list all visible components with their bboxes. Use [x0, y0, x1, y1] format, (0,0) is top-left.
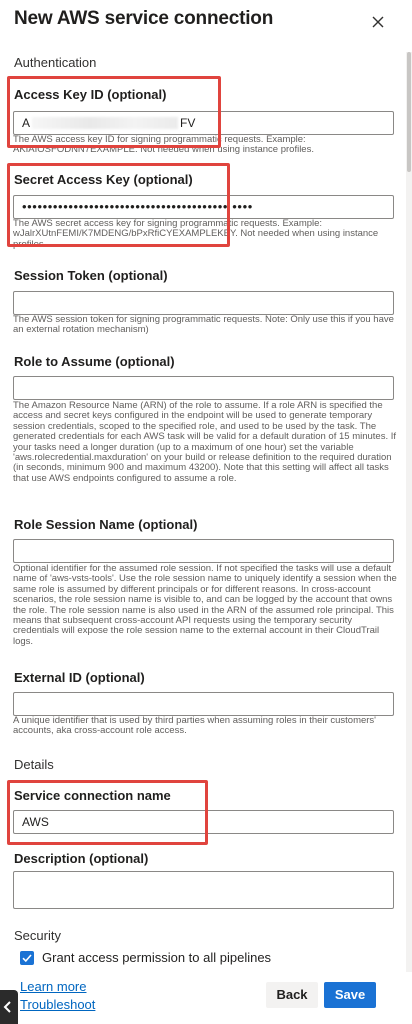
- external-id-help: A unique identifier that is used by thir…: [13, 715, 376, 737]
- secret-access-key-label: Secret Access Key (optional): [14, 172, 193, 187]
- role-to-assume-label: Role to Assume (optional): [14, 354, 175, 369]
- role-to-assume-input[interactable]: [13, 376, 394, 400]
- external-id-input[interactable]: [13, 692, 394, 716]
- secret-access-key-input[interactable]: ••••••••••••••••••••••••••••••••••••••••…: [13, 195, 394, 219]
- redacted-region: [32, 117, 179, 129]
- checkmark-icon: [22, 954, 32, 963]
- dialog-title: New AWS service connection: [14, 8, 274, 29]
- chevron-left-icon: [3, 1001, 11, 1013]
- role-to-assume-help: The Amazon Resource Name (ARN) of the ro…: [13, 400, 397, 484]
- access-key-id-input[interactable]: A FV: [13, 111, 394, 135]
- description-input[interactable]: [13, 871, 394, 909]
- learn-more-link[interactable]: Learn more: [20, 979, 86, 994]
- external-id-label: External ID (optional): [14, 670, 145, 685]
- role-session-name-label: Role Session Name (optional): [14, 517, 198, 532]
- session-token-help: The AWS session token for signing progra…: [13, 314, 394, 336]
- service-connection-panel: New AWS service connection Authenticatio…: [0, 0, 412, 1024]
- access-key-id-label: Access Key ID (optional): [14, 87, 167, 102]
- secret-access-key-masked: ••••••••••••••••••••••••••••••••••••••••…: [22, 199, 253, 214]
- description-label: Description (optional): [14, 851, 149, 866]
- collapse-panel-button[interactable]: [0, 990, 18, 1024]
- access-key-id-suffix: FV: [180, 116, 196, 130]
- service-connection-name-label: Service connection name: [14, 788, 171, 803]
- scrollbar-track[interactable]: [406, 52, 412, 972]
- access-key-id-help: The AWS access key ID for signing progra…: [13, 134, 314, 156]
- back-button[interactable]: Back: [266, 982, 318, 1008]
- role-session-name-help: Optional identifier for the assumed role…: [13, 563, 397, 647]
- section-details: Details: [14, 757, 54, 772]
- service-connection-name-input[interactable]: [13, 810, 394, 834]
- save-button[interactable]: Save: [324, 982, 376, 1008]
- access-key-id-prefix: A: [22, 116, 31, 130]
- scrollbar-thumb[interactable]: [407, 52, 411, 172]
- close-icon[interactable]: [370, 14, 386, 30]
- role-session-name-input[interactable]: [13, 539, 394, 563]
- session-token-label: Session Token (optional): [14, 268, 168, 283]
- troubleshoot-link[interactable]: Troubleshoot: [20, 997, 95, 1012]
- section-security: Security: [14, 928, 61, 943]
- section-authentication: Authentication: [14, 55, 97, 70]
- secret-access-key-help: The AWS secret access key for signing pr…: [13, 218, 379, 250]
- grant-access-checkbox[interactable]: [20, 951, 34, 965]
- grant-access-label[interactable]: Grant access permission to all pipelines: [42, 950, 271, 965]
- session-token-input[interactable]: [13, 291, 394, 315]
